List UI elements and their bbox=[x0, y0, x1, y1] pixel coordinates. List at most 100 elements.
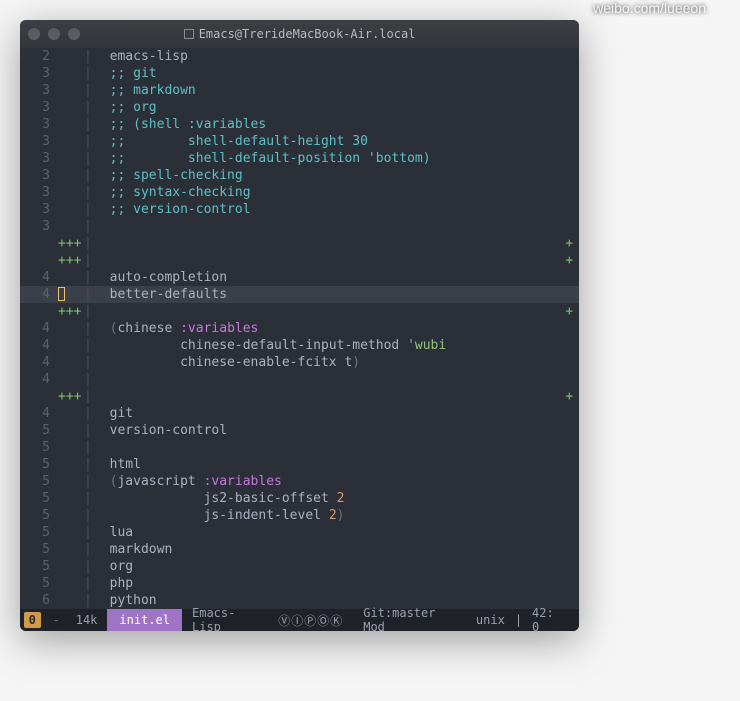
code-line[interactable]: 2| emacs-lisp bbox=[20, 48, 579, 65]
code-content[interactable]: org bbox=[94, 558, 579, 575]
line-number: 3 bbox=[20, 65, 56, 82]
diff-gutter bbox=[56, 473, 84, 490]
code-content[interactable] bbox=[94, 439, 579, 456]
code-line[interactable]: +++| + bbox=[20, 388, 579, 405]
major-mode[interactable]: Emacs-Lisp bbox=[182, 609, 268, 631]
code-line[interactable]: 4| (chinese :variables bbox=[20, 320, 579, 337]
gutter-separator: | bbox=[84, 541, 94, 558]
minimize-button[interactable] bbox=[48, 28, 60, 40]
line-number: 3 bbox=[20, 184, 56, 201]
code-line[interactable]: 3| ;; (shell :variables bbox=[20, 116, 579, 133]
line-number: 4 bbox=[20, 269, 56, 286]
code-line[interactable]: +++| + bbox=[20, 252, 579, 269]
code-content[interactable]: (javascript :variables bbox=[94, 473, 579, 490]
code-line[interactable]: 4| git bbox=[20, 405, 579, 422]
code-line[interactable]: 5| version-control bbox=[20, 422, 579, 439]
code-content[interactable] bbox=[94, 218, 579, 235]
code-content[interactable]: + bbox=[94, 252, 579, 269]
gutter-separator: | bbox=[84, 218, 94, 235]
code-content[interactable]: emacs-lisp bbox=[94, 48, 579, 65]
code-content[interactable]: ;; git bbox=[94, 65, 579, 82]
code-line[interactable]: 5| html bbox=[20, 456, 579, 473]
code-line[interactable]: 3| ;; markdown bbox=[20, 82, 579, 99]
code-line[interactable]: 3| ;; version-control bbox=[20, 201, 579, 218]
vc-status[interactable]: Git:master Mod bbox=[353, 609, 466, 631]
code-line[interactable]: 3| ;; spell-checking bbox=[20, 167, 579, 184]
code-content[interactable]: python bbox=[94, 592, 579, 609]
code-content[interactable] bbox=[94, 371, 579, 388]
code-line[interactable]: 6| python bbox=[20, 592, 579, 609]
code-line[interactable]: 4| bbox=[20, 371, 579, 388]
code-content[interactable]: + bbox=[94, 303, 579, 320]
cursor bbox=[58, 287, 65, 301]
code-content[interactable]: chinese-enable-fcitx t) bbox=[94, 354, 579, 371]
code-content[interactable]: ;; (shell :variables bbox=[94, 116, 579, 133]
code-content[interactable]: (chinese :variables bbox=[94, 320, 579, 337]
code-content[interactable]: ;; shell-default-height 30 bbox=[94, 133, 579, 150]
line-number: 4 bbox=[20, 405, 56, 422]
code-line[interactable]: 5| js-indent-level 2) bbox=[20, 507, 579, 524]
modeline[interactable]: 0 - 14k init.el Emacs-Lisp ⓋⒾⓅⓄⓀ Git:mas… bbox=[20, 609, 579, 631]
gutter-separator: | bbox=[84, 592, 94, 609]
code-content[interactable]: lua bbox=[94, 524, 579, 541]
warning-badge[interactable]: 0 bbox=[24, 612, 41, 628]
code-line[interactable]: 3| ;; shell-default-height 30 bbox=[20, 133, 579, 150]
code-line[interactable]: 5| bbox=[20, 439, 579, 456]
code-content[interactable]: ;; syntax-checking bbox=[94, 184, 579, 201]
code-line[interactable]: 5| js2-basic-offset 2 bbox=[20, 490, 579, 507]
code-line[interactable]: 4| chinese-enable-fcitx t) bbox=[20, 354, 579, 371]
code-content[interactable]: ;; spell-checking bbox=[94, 167, 579, 184]
diff-gutter bbox=[56, 422, 84, 439]
code-content[interactable]: ;; markdown bbox=[94, 82, 579, 99]
code-content[interactable]: html bbox=[94, 456, 579, 473]
code-line[interactable]: 4| auto-completion bbox=[20, 269, 579, 286]
code-line[interactable]: 5| lua bbox=[20, 524, 579, 541]
modeline-dash: - bbox=[47, 613, 66, 627]
code-content[interactable]: + bbox=[94, 388, 579, 405]
code-line[interactable]: 3| ;; git bbox=[20, 65, 579, 82]
line-number bbox=[20, 303, 56, 320]
gutter-separator: | bbox=[84, 456, 94, 473]
code-content[interactable]: chinese-default-input-method 'wubi bbox=[94, 337, 579, 354]
code-content[interactable]: markdown bbox=[94, 541, 579, 558]
code-line[interactable]: 4| chinese-default-input-method 'wubi bbox=[20, 337, 579, 354]
diff-gutter bbox=[56, 269, 84, 286]
code-line[interactable]: 5| php bbox=[20, 575, 579, 592]
line-number: 5 bbox=[20, 524, 56, 541]
editor-area[interactable]: 2| emacs-lisp3| ;; git3| ;; markdown3| ;… bbox=[20, 48, 579, 609]
code-content[interactable]: js2-basic-offset 2 bbox=[94, 490, 579, 507]
code-line[interactable]: 3| ;; org bbox=[20, 99, 579, 116]
code-content[interactable]: git bbox=[94, 405, 579, 422]
code-content[interactable]: auto-completion bbox=[94, 269, 579, 286]
code-line[interactable]: 3| bbox=[20, 218, 579, 235]
code-content[interactable]: js-indent-level 2) bbox=[94, 507, 579, 524]
close-button[interactable] bbox=[28, 28, 40, 40]
diff-gutter bbox=[56, 371, 84, 388]
code-content[interactable]: php bbox=[94, 575, 579, 592]
code-content[interactable]: version-control bbox=[94, 422, 579, 439]
diff-gutter bbox=[56, 592, 84, 609]
code-line[interactable]: 5| markdown bbox=[20, 541, 579, 558]
code-content[interactable]: + bbox=[94, 235, 579, 252]
diff-plus-end: + bbox=[565, 303, 573, 320]
encoding: unix bbox=[466, 609, 515, 631]
code-line[interactable]: +++| + bbox=[20, 235, 579, 252]
code-line[interactable]: 3| ;; syntax-checking bbox=[20, 184, 579, 201]
line-number: 3 bbox=[20, 150, 56, 167]
code-content[interactable]: better-defaults bbox=[94, 286, 579, 303]
diff-gutter bbox=[56, 218, 84, 235]
diff-gutter bbox=[56, 150, 84, 167]
code-line[interactable]: 3| ;; shell-default-position 'bottom) bbox=[20, 150, 579, 167]
buffer-name[interactable]: init.el bbox=[107, 609, 182, 631]
titlebar[interactable]: Emacs@TrerideMacBook-Air.local bbox=[20, 20, 579, 48]
zoom-button[interactable] bbox=[68, 28, 80, 40]
gutter-separator: | bbox=[84, 371, 94, 388]
code-line[interactable]: 5| (javascript :variables bbox=[20, 473, 579, 490]
code-line[interactable]: 4| better-defaults bbox=[20, 286, 579, 303]
gutter-separator: | bbox=[84, 320, 94, 337]
code-line[interactable]: 5| org bbox=[20, 558, 579, 575]
code-content[interactable]: ;; shell-default-position 'bottom) bbox=[94, 150, 579, 167]
code-line[interactable]: +++| + bbox=[20, 303, 579, 320]
code-content[interactable]: ;; org bbox=[94, 99, 579, 116]
code-content[interactable]: ;; version-control bbox=[94, 201, 579, 218]
